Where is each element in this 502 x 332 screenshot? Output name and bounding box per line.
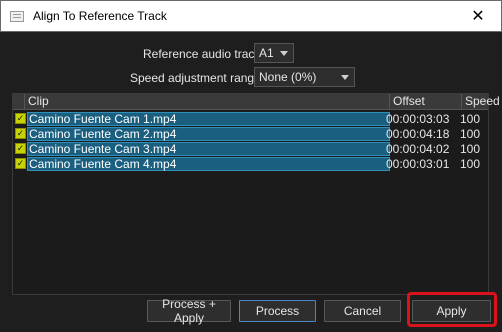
reference-track-label: Reference audio track xyxy=(143,47,261,61)
reference-track-select[interactable]: A1 xyxy=(254,43,294,63)
checkbox-checked[interactable]: ✓ xyxy=(15,143,26,154)
clip-name: Camino Fuente Cam 1.mp4 xyxy=(27,112,390,126)
app-window-icon xyxy=(10,11,24,22)
clip-speed: 100 xyxy=(460,142,481,156)
chevron-down-icon xyxy=(280,51,288,56)
column-header-offset[interactable]: Offset xyxy=(389,94,461,110)
speed-range-value: None (0%) xyxy=(259,70,317,84)
clip-offset: 00:00:03:03 xyxy=(386,112,450,126)
table-row[interactable]: ✓ Camino Fuente Cam 3.mp4 00:00:04:02 10… xyxy=(13,142,488,156)
clip-name: Camino Fuente Cam 2.mp4 xyxy=(27,127,390,141)
checkbox-checked[interactable]: ✓ xyxy=(15,128,26,139)
clip-offset: 00:00:03:01 xyxy=(386,157,450,171)
close-button[interactable]: ✕ xyxy=(455,1,501,31)
cancel-button[interactable]: Cancel xyxy=(324,300,401,322)
table-row[interactable]: ✓ Camino Fuente Cam 2.mp4 00:00:04:18 10… xyxy=(13,127,488,141)
clip-offset: 00:00:04:02 xyxy=(386,142,450,156)
speed-range-label: Speed adjustment range xyxy=(130,71,261,85)
clip-name: Camino Fuente Cam 4.mp4 xyxy=(27,157,390,171)
reference-track-value: A1 xyxy=(259,46,274,60)
clips-table: Clip Offset Speed ✓ Camino Fuente Cam 1.… xyxy=(12,93,500,295)
apply-highlight-box xyxy=(407,292,497,327)
clip-offset: 00:00:04:18 xyxy=(386,127,450,141)
process-apply-button[interactable]: Process + Apply xyxy=(147,297,231,325)
clip-speed: 100 xyxy=(460,112,481,126)
column-header-speed[interactable]: Speed xyxy=(461,94,500,110)
title-bar: Align To Reference Track ✕ xyxy=(0,0,502,32)
table-row[interactable]: ✓ Camino Fuente Cam 4.mp4 00:00:03:01 10… xyxy=(13,157,488,171)
clip-speed: 100 xyxy=(460,127,481,141)
clip-speed: 100 xyxy=(460,157,481,171)
clip-name: Camino Fuente Cam 3.mp4 xyxy=(27,142,390,156)
window-title: Align To Reference Track xyxy=(33,9,167,23)
checkbox-checked[interactable]: ✓ xyxy=(15,113,26,124)
checkbox-checked[interactable]: ✓ xyxy=(15,158,26,169)
table-row[interactable]: ✓ Camino Fuente Cam 1.mp4 00:00:03:03 10… xyxy=(13,112,488,126)
column-header-clip[interactable]: Clip xyxy=(24,94,389,110)
speed-range-select[interactable]: None (0%) xyxy=(254,67,355,87)
table-header: Clip Offset Speed xyxy=(13,94,500,110)
chevron-down-icon xyxy=(341,75,349,80)
process-button[interactable]: Process xyxy=(239,300,316,322)
